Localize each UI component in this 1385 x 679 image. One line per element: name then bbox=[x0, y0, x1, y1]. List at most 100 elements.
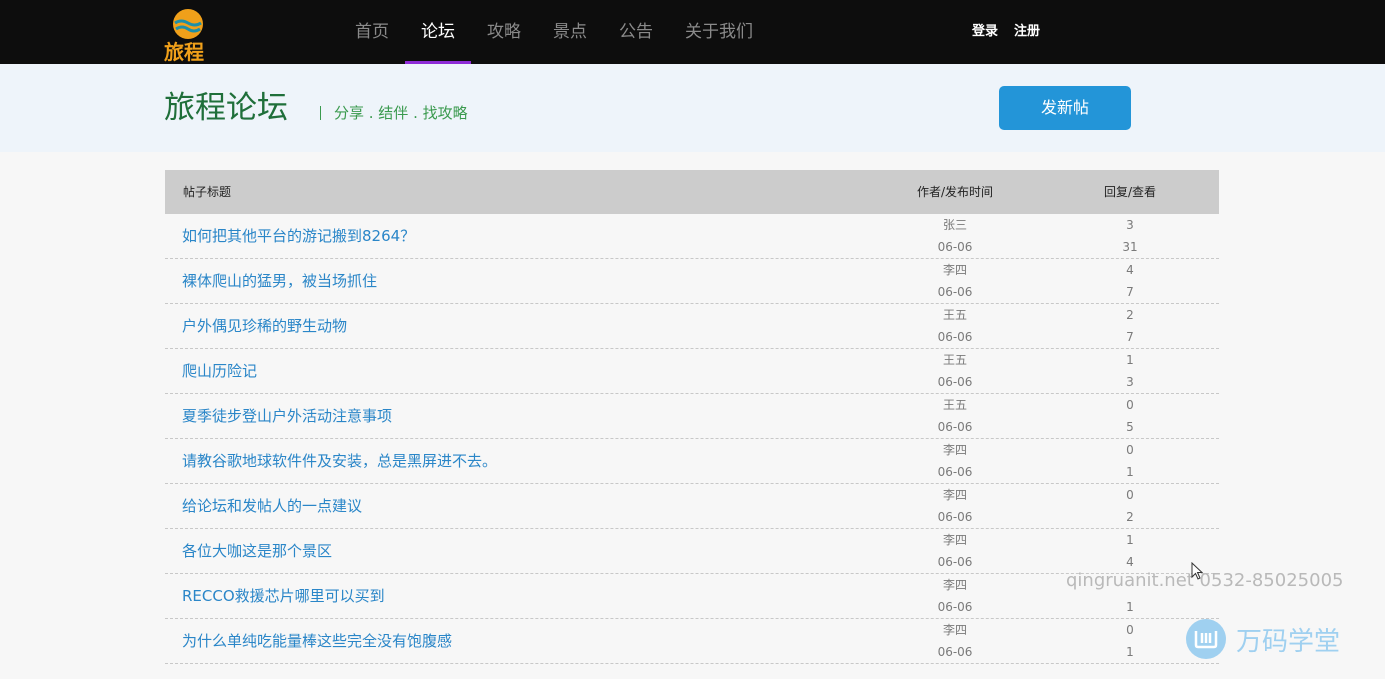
reply-count: 0 bbox=[1126, 443, 1134, 457]
post-author-cell: 李四 06-06 bbox=[915, 619, 995, 663]
post-date: 06-06 bbox=[937, 285, 973, 299]
post-stats-cell: 2 7 bbox=[1085, 304, 1175, 348]
post-stats-cell: 0 5 bbox=[1085, 394, 1175, 438]
post-author-cell: 李四 06-06 bbox=[915, 484, 995, 528]
nav-item-forum[interactable]: 论坛 bbox=[405, 0, 471, 64]
main-nav: 首页 论坛 攻略 景点 公告 关于我们 bbox=[339, 0, 769, 64]
post-date: 06-06 bbox=[937, 240, 973, 254]
site-logo[interactable]: 旅程 bbox=[162, 6, 214, 64]
view-count: 3 bbox=[1126, 375, 1134, 389]
reply-count: 4 bbox=[1126, 263, 1134, 277]
view-count: 1 bbox=[1126, 465, 1134, 479]
table-row: RECCO救援芯片哪里可以买到 李四 06-06 1 bbox=[165, 574, 1219, 619]
reply-count: 1 bbox=[1126, 533, 1134, 547]
auth-links: 登录 注册 bbox=[972, 0, 1040, 64]
reply-count: 0 bbox=[1126, 398, 1134, 412]
table-row: 如何把其他平台的游记搬到8264？ 张三 06-06 3 31 bbox=[165, 214, 1219, 259]
column-header-author: 作者/发布时间 bbox=[916, 185, 994, 199]
nav-item-guides[interactable]: 攻略 bbox=[471, 0, 537, 64]
table-row: 裸体爬山的猛男，被当场抓住 李四 06-06 4 7 bbox=[165, 259, 1219, 304]
view-count: 2 bbox=[1126, 510, 1134, 524]
post-author[interactable]: 张三 bbox=[915, 214, 995, 236]
nav-item-about[interactable]: 关于我们 bbox=[669, 0, 769, 64]
post-date: 06-06 bbox=[937, 600, 973, 614]
post-author[interactable]: 李四 bbox=[915, 619, 995, 641]
post-date: 06-06 bbox=[937, 555, 973, 569]
nav-item-announcements[interactable]: 公告 bbox=[603, 0, 669, 64]
view-count: 7 bbox=[1126, 330, 1134, 344]
table-row: 请教谷歌地球软件件及安装，总是黑屏进不去。 李四 06-06 0 1 bbox=[165, 439, 1219, 484]
login-link[interactable]: 登录 bbox=[972, 0, 998, 64]
post-author[interactable]: 李四 bbox=[915, 529, 995, 551]
post-stats-cell: 1 4 bbox=[1085, 529, 1175, 573]
logo-text: 旅程 bbox=[164, 40, 204, 64]
reply-count: 1 bbox=[1126, 353, 1134, 367]
post-title-link[interactable]: 夏季徒步登山户外活动注意事项 bbox=[182, 394, 392, 438]
post-author[interactable]: 李四 bbox=[915, 484, 995, 506]
view-count: 31 bbox=[1122, 240, 1138, 254]
post-author-cell: 张三 06-06 bbox=[915, 214, 995, 258]
post-stats-cell: 0 1 bbox=[1085, 439, 1175, 483]
page-title: 旅程论坛 bbox=[164, 90, 288, 126]
post-title-link[interactable]: 给论坛和发帖人的一点建议 bbox=[182, 484, 362, 528]
register-link[interactable]: 注册 bbox=[1014, 0, 1040, 64]
mouse-cursor-icon bbox=[1191, 562, 1203, 580]
view-count: 7 bbox=[1126, 285, 1134, 299]
post-author-cell: 王五 06-06 bbox=[915, 394, 995, 438]
watermark-brand-text: 万码学堂 bbox=[1236, 626, 1341, 657]
post-author[interactable]: 李四 bbox=[915, 259, 995, 281]
table-row: 各位大咖这是那个景区 李四 06-06 1 4 bbox=[165, 529, 1219, 574]
post-author-cell: 李四 06-06 bbox=[915, 529, 995, 573]
post-author-cell: 王五 06-06 bbox=[915, 304, 995, 348]
new-post-button[interactable]: 发新帖 bbox=[999, 86, 1131, 130]
reply-count: 0 bbox=[1126, 488, 1134, 502]
post-title-link[interactable]: 请教谷歌地球软件件及安装，总是黑屏进不去。 bbox=[182, 439, 497, 483]
post-author[interactable]: 王五 bbox=[915, 304, 995, 326]
post-title-link[interactable]: 为什么单纯吃能量棒这些完全没有饱腹感 bbox=[182, 619, 452, 663]
column-header-stats: 回复/查看 bbox=[1103, 185, 1157, 199]
post-stats-cell: 0 1 bbox=[1085, 619, 1175, 663]
post-stats-cell: 3 31 bbox=[1085, 214, 1175, 258]
brand-logo-icon bbox=[1186, 619, 1226, 659]
reply-count: 2 bbox=[1126, 308, 1134, 322]
post-author[interactable]: 王五 bbox=[915, 349, 995, 371]
post-title-link[interactable]: 爬山历险记 bbox=[182, 349, 257, 393]
post-date: 06-06 bbox=[937, 330, 973, 344]
post-author[interactable]: 李四 bbox=[915, 574, 995, 596]
reply-count: 0 bbox=[1126, 623, 1134, 637]
post-date: 06-06 bbox=[937, 420, 973, 434]
post-author-cell: 李四 06-06 bbox=[915, 574, 995, 618]
post-author[interactable]: 王五 bbox=[915, 394, 995, 416]
table-row: 夏季徒步登山户外活动注意事项 王五 06-06 0 5 bbox=[165, 394, 1219, 439]
nav-item-home[interactable]: 首页 bbox=[339, 0, 405, 64]
post-author[interactable]: 李四 bbox=[915, 439, 995, 461]
view-count: 1 bbox=[1126, 645, 1134, 659]
view-count: 1 bbox=[1126, 600, 1134, 614]
forum-banner: 旅程论坛 分享 . 结伴 . 找攻略 发新帖 bbox=[0, 64, 1385, 152]
column-header-title: 帖子标题 bbox=[183, 185, 232, 199]
page-subtitle: 分享 . 结伴 . 找攻略 bbox=[334, 104, 468, 122]
post-date: 06-06 bbox=[937, 465, 973, 479]
logo-sun-icon bbox=[173, 9, 203, 39]
post-date: 06-06 bbox=[937, 645, 973, 659]
table-header: 帖子标题 作者/发布时间 回复/查看 bbox=[165, 170, 1219, 214]
table-row: 为什么单纯吃能量棒这些完全没有饱腹感 李四 06-06 0 1 bbox=[165, 619, 1219, 664]
table-row: 户外偶见珍稀的野生动物 王五 06-06 2 7 bbox=[165, 304, 1219, 349]
table-row: 爬山历险记 王五 06-06 1 3 bbox=[165, 349, 1219, 394]
table-row: 给论坛和发帖人的一点建议 李四 06-06 0 2 bbox=[165, 484, 1219, 529]
post-title-link[interactable]: 裸体爬山的猛男，被当场抓住 bbox=[182, 259, 377, 303]
view-count: 5 bbox=[1126, 420, 1134, 434]
nav-item-attractions[interactable]: 景点 bbox=[537, 0, 603, 64]
post-date: 06-06 bbox=[937, 510, 973, 524]
watermark-contact: qingruanit.net 0532-85025005 bbox=[1066, 570, 1344, 591]
post-author-cell: 王五 06-06 bbox=[915, 349, 995, 393]
post-author-cell: 李四 06-06 bbox=[915, 259, 995, 303]
post-date: 06-06 bbox=[937, 375, 973, 389]
post-title-link[interactable]: 户外偶见珍稀的野生动物 bbox=[182, 304, 347, 348]
post-stats-cell: 1 3 bbox=[1085, 349, 1175, 393]
posts-table: 帖子标题 作者/发布时间 回复/查看 如何把其他平台的游记搬到8264？ 张三 … bbox=[165, 170, 1219, 664]
post-title-link[interactable]: 如何把其他平台的游记搬到8264？ bbox=[182, 214, 415, 258]
top-nav-bar: 旅程 首页 论坛 攻略 景点 公告 关于我们 登录 注册 bbox=[0, 0, 1385, 64]
post-title-link[interactable]: 各位大咖这是那个景区 bbox=[182, 529, 332, 573]
post-title-link[interactable]: RECCO救援芯片哪里可以买到 bbox=[182, 574, 385, 618]
